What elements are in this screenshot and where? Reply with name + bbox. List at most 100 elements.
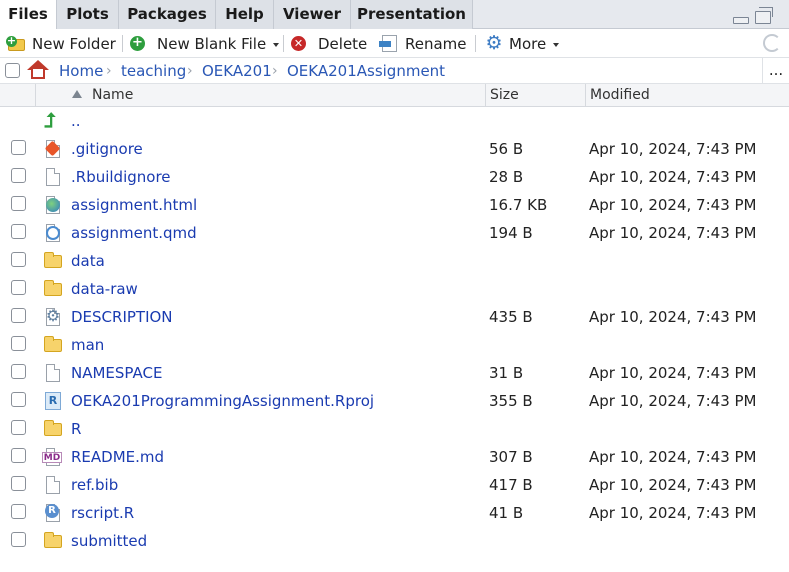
- file-row[interactable]: Rrscript.R 41 B Apr 10, 2024, 7:43 PM: [0, 499, 789, 527]
- chevron-right-icon: ›: [106, 63, 112, 79]
- file-checkbox[interactable]: [11, 336, 26, 351]
- tab-plots[interactable]: Plots: [57, 0, 119, 29]
- file-row[interactable]: man: [0, 331, 789, 359]
- folder-icon: [44, 420, 62, 438]
- parent-directory-link[interactable]: ..: [71, 107, 81, 135]
- file-name-link[interactable]: rscript.R: [71, 499, 134, 527]
- file-checkbox[interactable]: [11, 168, 26, 183]
- git-file-icon: [44, 140, 61, 158]
- minimize-icon[interactable]: [733, 17, 749, 24]
- modified-column-header[interactable]: Modified: [585, 84, 789, 107]
- file-size: 16.7 KB: [489, 196, 548, 214]
- file-row[interactable]: R OEKA201ProgrammingAssignment.Rproj 355 B…: [0, 387, 789, 415]
- file-name-link[interactable]: DESCRIPTION: [71, 303, 173, 331]
- file-size: 28 B: [489, 168, 524, 186]
- file-row[interactable]: .gitignore 56 B Apr 10, 2024, 7:43 PM: [0, 135, 789, 163]
- file-size: 194 B: [489, 224, 533, 242]
- file-name-link[interactable]: assignment.html: [71, 191, 197, 219]
- rename-button[interactable]: Rename: [379, 29, 467, 58]
- file-row[interactable]: assignment.qmd 194 B Apr 10, 2024, 7:43 PM: [0, 219, 789, 247]
- go-to-directory-button[interactable]: ...: [762, 58, 789, 84]
- breadcrumb-oeka201[interactable]: OEKA201: [202, 58, 272, 84]
- file-name-link[interactable]: data-raw: [71, 275, 138, 303]
- rename-icon: [379, 35, 399, 52]
- file-checkbox[interactable]: [11, 196, 26, 211]
- file-name-link[interactable]: assignment.qmd: [71, 219, 197, 247]
- file-size: 417 B: [489, 476, 533, 494]
- chevron-down-icon: [553, 43, 560, 47]
- pane-tabbar: Files Plots Packages Help Viewer Present…: [0, 0, 789, 30]
- file-name-link[interactable]: README.md: [71, 443, 164, 471]
- delete-icon: ✕: [291, 36, 306, 51]
- file-checkbox[interactable]: [11, 140, 26, 155]
- file-modified: Apr 10, 2024, 7:43 PM: [589, 448, 757, 466]
- file-checkbox[interactable]: [11, 280, 26, 295]
- namespace-file-icon: [44, 364, 61, 382]
- file-row[interactable]: ref.bib 417 B Apr 10, 2024, 7:43 PM: [0, 471, 789, 499]
- file-name-link[interactable]: data: [71, 247, 105, 275]
- quarto-file-icon: [44, 224, 61, 242]
- tab-viewer[interactable]: Viewer: [274, 0, 351, 29]
- chevron-down-icon: [273, 43, 280, 47]
- file-row[interactable]: ⚙ DESCRIPTION 435 B Apr 10, 2024, 7:43 PM: [0, 303, 789, 331]
- size-column-header[interactable]: Size: [485, 84, 585, 107]
- file-row[interactable]: assignment.html 16.7 KB Apr 10, 2024, 7:43…: [0, 191, 789, 219]
- file-modified: Apr 10, 2024, 7:43 PM: [589, 504, 757, 522]
- new-folder-icon: +: [6, 35, 26, 51]
- file-row[interactable]: submitted: [0, 527, 789, 555]
- name-column-header[interactable]: Name: [35, 84, 487, 107]
- file-checkbox[interactable]: [11, 420, 26, 435]
- file-name-link[interactable]: ref.bib: [71, 471, 118, 499]
- refresh-icon[interactable]: [763, 34, 781, 52]
- file-size: 307 B: [489, 448, 533, 466]
- file-checkbox[interactable]: [11, 392, 26, 407]
- breadcrumb-home[interactable]: Home: [59, 58, 103, 84]
- toolbar-divider: [283, 35, 284, 52]
- file-name-link[interactable]: .gitignore: [71, 135, 143, 163]
- folder-icon: [44, 532, 62, 550]
- file-row[interactable]: MD README.md 307 B Apr 10, 2024, 7:43 PM: [0, 443, 789, 471]
- new-folder-button[interactable]: + New Folder: [6, 29, 116, 58]
- new-blank-file-button[interactable]: + New Blank File: [130, 29, 280, 58]
- file-checkbox[interactable]: [11, 224, 26, 239]
- tab-files[interactable]: Files: [0, 0, 57, 30]
- file-checkbox[interactable]: [11, 532, 26, 547]
- tab-packages[interactable]: Packages: [119, 0, 216, 29]
- maximize-icon[interactable]: [755, 7, 773, 24]
- file-name-link[interactable]: OEKA201ProgrammingAssignment.Rproj: [71, 387, 374, 415]
- file-checkbox[interactable]: [11, 364, 26, 379]
- new-folder-label: New Folder: [32, 34, 116, 53]
- file-name-link[interactable]: submitted: [71, 527, 147, 555]
- file-modified: Apr 10, 2024, 7:43 PM: [589, 168, 757, 186]
- html-file-icon: [44, 196, 61, 214]
- folder-icon: [44, 252, 62, 270]
- file-checkbox[interactable]: [11, 308, 26, 323]
- tab-help[interactable]: Help: [216, 0, 274, 29]
- file-checkbox[interactable]: [11, 476, 26, 491]
- breadcrumb-oeka201assignment[interactable]: OEKA201Assignment: [287, 58, 445, 84]
- file-name-link[interactable]: man: [71, 331, 104, 359]
- select-all-checkbox[interactable]: [5, 63, 20, 78]
- more-label: More: [509, 34, 547, 53]
- file-name-link[interactable]: R: [71, 415, 81, 443]
- home-icon[interactable]: [27, 60, 49, 80]
- file-row[interactable]: NAMESPACE 31 B Apr 10, 2024, 7:43 PM: [0, 359, 789, 387]
- breadcrumb: Home › teaching › OEKA201 › OEKA201Assig…: [0, 58, 789, 84]
- file-checkbox[interactable]: [11, 252, 26, 267]
- file-row[interactable]: .Rbuildignore 28 B Apr 10, 2024, 7:43 PM: [0, 163, 789, 191]
- rproj-file-icon: R: [44, 392, 61, 410]
- folder-icon: [44, 280, 62, 298]
- file-row[interactable]: R: [0, 415, 789, 443]
- file-name-link[interactable]: NAMESPACE: [71, 359, 162, 387]
- file-checkbox[interactable]: [11, 448, 26, 463]
- parent-directory-row[interactable]: ⮥ ..: [0, 107, 789, 135]
- file-checkbox[interactable]: [11, 504, 26, 519]
- tab-presentation[interactable]: Presentation: [351, 0, 473, 29]
- file-row[interactable]: data: [0, 247, 789, 275]
- file-name-link[interactable]: .Rbuildignore: [71, 163, 171, 191]
- more-button[interactable]: ⚙ More: [485, 29, 560, 58]
- file-row[interactable]: data-raw: [0, 275, 789, 303]
- delete-button[interactable]: ✕ Delete: [291, 29, 367, 58]
- text-file-icon: [44, 476, 61, 494]
- breadcrumb-teaching[interactable]: teaching: [121, 58, 186, 84]
